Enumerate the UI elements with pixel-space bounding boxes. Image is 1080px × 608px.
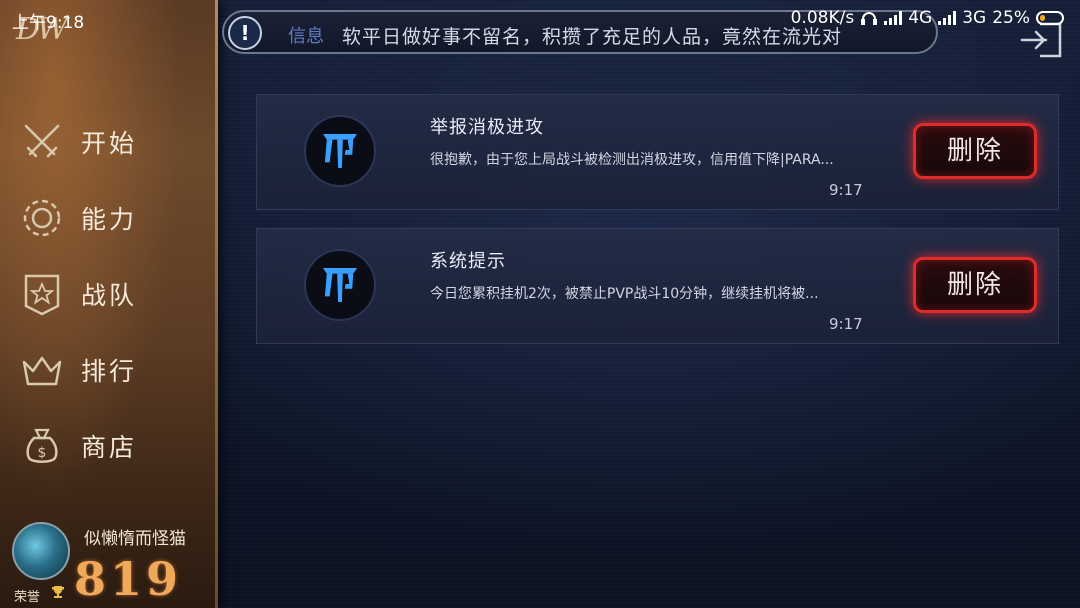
- game-emblem-icon: [304, 115, 376, 187]
- network-speed: 0.08K/s: [790, 8, 855, 28]
- sidebar-item-ability[interactable]: 能力: [0, 180, 218, 256]
- network-type-1: 4G: [908, 8, 933, 28]
- honor-score: 819: [74, 552, 183, 606]
- signal-icon: [884, 11, 903, 25]
- trophy-icon: [52, 586, 64, 598]
- shield-star-icon: [24, 274, 60, 316]
- delete-button[interactable]: 删除: [913, 257, 1037, 313]
- honor-label: 荣誉: [14, 590, 41, 605]
- battery-icon: [1036, 11, 1064, 25]
- status-indicators: 0.08K/s 4G 3G 25%: [791, 8, 1064, 28]
- delete-button[interactable]: 删除: [913, 123, 1037, 179]
- network-type-2: 3G: [962, 8, 987, 28]
- signal-icon-2: [938, 11, 957, 25]
- gear-icon: [23, 199, 61, 237]
- sidebar: DW 开始 能力 战队 排行 $ 商店 似懒惰而怪猫 荣誉 819: [0, 0, 218, 608]
- crown-icon: [22, 356, 62, 386]
- headphones-icon: [861, 12, 878, 25]
- message-title: 举报消极进攻: [430, 117, 544, 138]
- sidebar-item-start[interactable]: 开始: [0, 104, 218, 180]
- crossed-swords-icon: [24, 124, 60, 158]
- sidebar-item-team[interactable]: 战队: [0, 256, 218, 332]
- sidebar-item-shop[interactable]: $ 商店: [0, 408, 218, 484]
- battery-percent: 25%: [992, 8, 1030, 28]
- message-time: 9:17: [829, 181, 863, 199]
- sidebar-item-label: 能力: [81, 205, 138, 234]
- svg-text:$: $: [38, 445, 47, 461]
- sidebar-item-label: 商店: [81, 433, 138, 462]
- status-bar: 上午9:18 0.08K/s 4G 3G 25%: [0, 0, 1080, 36]
- player-profile[interactable]: 似懒惰而怪猫 荣誉 819: [0, 516, 218, 608]
- player-username: 似懒惰而怪猫: [84, 529, 186, 549]
- message-time: 9:17: [829, 315, 863, 333]
- sidebar-item-label: 排行: [81, 357, 138, 386]
- sidebar-item-label: 开始: [81, 129, 138, 158]
- message-card: 举报消极进攻 很抱歉，由于您上局战斗被检测出消极进攻，信用值下降|PARA...…: [256, 94, 1059, 210]
- sidebar-nav: 开始 能力 战队 排行 $ 商店: [0, 104, 218, 484]
- game-emblem-icon: [304, 249, 376, 321]
- status-time: 上午9:18: [12, 13, 85, 33]
- message-title: 系统提示: [430, 251, 506, 272]
- message-body: 很抱歉，由于您上局战斗被检测出消极进攻，信用值下降|PARA...: [430, 152, 834, 168]
- message-card: 系统提示 今日您累积挂机2次，被禁止PVP战斗10分钟，继续挂机将被... 9:…: [256, 228, 1059, 344]
- sidebar-item-ranking[interactable]: 排行: [0, 332, 218, 408]
- game-screen: 上午9:18 0.08K/s 4G 3G 25% DW 开始 能力 战队 排行 …: [0, 0, 1080, 608]
- money-bag-icon: $: [26, 428, 58, 463]
- message-body: 今日您累积挂机2次，被禁止PVP战斗10分钟，继续挂机将被...: [430, 286, 819, 302]
- avatar[interactable]: [12, 522, 70, 580]
- sidebar-item-label: 战队: [81, 281, 138, 310]
